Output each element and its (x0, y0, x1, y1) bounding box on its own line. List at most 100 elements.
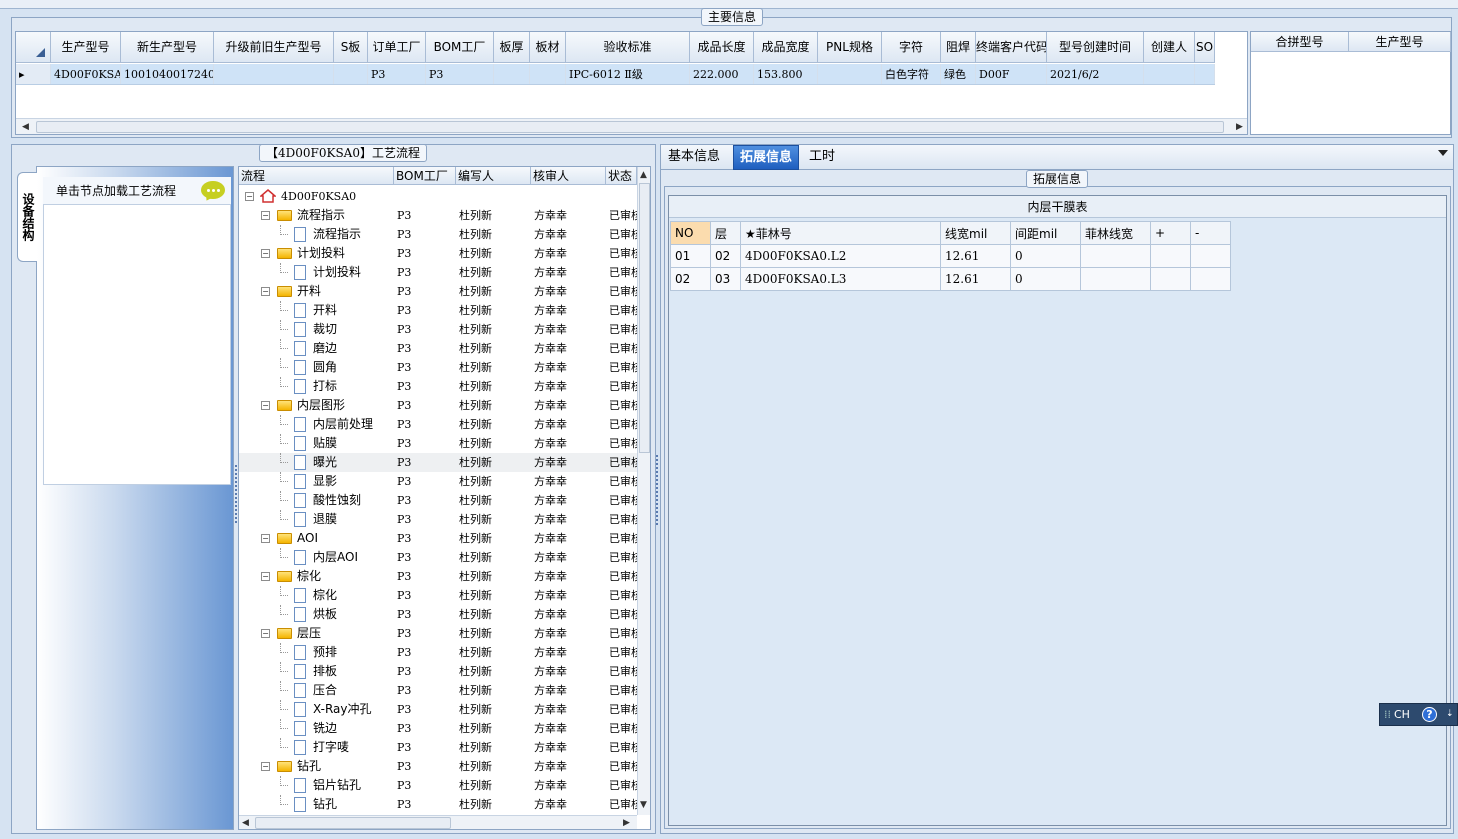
collapse-icon[interactable]: − (261, 762, 270, 771)
col-header[interactable]: 订单工厂 (368, 32, 426, 62)
tree-folder-row[interactable]: − 钻孔 P3 杜列新 方幸幸 已审核 (239, 757, 637, 776)
cell[interactable] (1150, 244, 1191, 268)
tree-leaf-row[interactable]: 贴膜 P3 杜列新 方幸幸 已审核 (239, 434, 637, 453)
col-header[interactable]: 验收标准 (566, 32, 690, 62)
cell[interactable] (1190, 267, 1231, 291)
col-header[interactable]: 菲林线宽 (1080, 221, 1151, 245)
cell[interactable]: 4D00F0KSA0.L2 (740, 244, 941, 268)
tree-leaf-row[interactable]: 流程指示 P3 杜列新 方幸幸 已审核 (239, 225, 637, 244)
cell[interactable]: 02 (670, 267, 711, 291)
cell[interactable] (530, 64, 566, 84)
scroll-thumb[interactable] (255, 817, 451, 829)
scroll-thumb[interactable] (639, 183, 650, 453)
cell[interactable]: 4D00F0KSA0.L3 (740, 267, 941, 291)
splitter-handle[interactable] (235, 465, 237, 525)
tab-work-hours[interactable]: 工时 (803, 145, 841, 170)
grip-icon[interactable]: ⁞⁞ (1384, 704, 1391, 725)
add-row-button[interactable]: + (1150, 221, 1191, 245)
cell[interactable] (334, 64, 368, 84)
col-header[interactable]: 成品长度 (690, 32, 754, 62)
cell[interactable] (1080, 244, 1151, 268)
tree-leaf-row[interactable]: 开料 P3 杜列新 方幸幸 已审核 (239, 301, 637, 320)
col-header[interactable]: 字符 (882, 32, 941, 62)
merge-col-header[interactable]: 合拼型号 (1251, 32, 1349, 52)
tree-leaf-row[interactable]: 磨边 P3 杜列新 方幸幸 已审核 (239, 339, 637, 358)
cell[interactable]: 153.800 (754, 64, 818, 84)
tree-leaf-row[interactable]: 棕化 P3 杜列新 方幸幸 已审核 (239, 586, 637, 605)
col-header[interactable]: 状态 (606, 167, 637, 184)
merge-col-header[interactable]: 生产型号 (1349, 32, 1451, 52)
cell[interactable]: IPC-6012 Ⅱ级 (566, 64, 690, 84)
scroll-right-icon[interactable]: ▶ (623, 815, 630, 829)
col-header[interactable]: 编写人 (456, 167, 531, 184)
cell[interactable] (1195, 64, 1215, 84)
cell[interactable]: 12.61 (940, 267, 1011, 291)
tree-leaf-row[interactable]: X-Ray冲孔 P3 杜列新 方幸幸 已审核 (239, 700, 637, 719)
col-header[interactable]: SO (1195, 32, 1215, 62)
tree-leaf-row[interactable]: 内层前处理 P3 杜列新 方幸幸 已审核 (239, 415, 637, 434)
tree-leaf-row[interactable]: 打字唛 P3 杜列新 方幸幸 已审核 (239, 738, 637, 757)
scroll-left-icon[interactable]: ◀ (22, 119, 29, 134)
cell[interactable]: P3 (426, 64, 494, 84)
table-row[interactable]: 01 02 4D00F0KSA0.L2 12.61 0 (670, 244, 1231, 268)
tree-root[interactable]: − 4D00F0KSA0 (239, 187, 637, 206)
cell[interactable]: 10010400172402 (121, 64, 214, 84)
scroll-right-icon[interactable]: ▶ (1236, 119, 1243, 134)
cell[interactable] (818, 64, 882, 84)
cell[interactable]: 03 (710, 267, 741, 291)
tab-basic-info[interactable]: 基本信息 (662, 145, 726, 170)
cell[interactable]: 0 (1010, 244, 1081, 268)
col-header[interactable]: S板 (334, 32, 368, 62)
col-header[interactable]: NO (670, 221, 711, 245)
collapse-icon[interactable]: − (261, 572, 270, 581)
tree-leaf-row[interactable]: 计划投料 P3 杜列新 方幸幸 已审核 (239, 263, 637, 282)
tree-leaf-row[interactable]: 退膜 P3 杜列新 方幸幸 已审核 (239, 510, 637, 529)
tree-hscrollbar[interactable]: ◀ ▶ (239, 815, 637, 829)
col-header[interactable]: 流程 (239, 167, 394, 184)
cell[interactable]: D00F (976, 64, 1047, 84)
table-row[interactable]: ▸4D00F0KSA010010400172402 P3P3 IPC-6012 Ⅱ级… (16, 64, 1215, 85)
grid-hscrollbar[interactable]: ◀ ▶ (16, 118, 1247, 134)
tree-folder-row[interactable]: − 棕化 P3 杜列新 方幸幸 已审核 (239, 567, 637, 586)
tree-folder-row[interactable]: − AOI P3 杜列新 方幸幸 已审核 (239, 529, 637, 548)
cell[interactable]: 2021/6/2 (1047, 64, 1144, 84)
col-header[interactable]: 间距mil (1010, 221, 1081, 245)
col-header[interactable]: 生产型号 (51, 32, 121, 62)
row-selector[interactable]: ▸ (16, 64, 51, 84)
tree-folder-row[interactable]: − 计划投料 P3 杜列新 方幸幸 已审核 (239, 244, 637, 263)
col-header[interactable]: BOM工厂 (394, 167, 456, 184)
tree-leaf-row[interactable]: 钻孔 P3 杜列新 方幸幸 已审核 (239, 795, 637, 814)
col-header[interactable]: 板材 (530, 32, 566, 62)
collapse-icon[interactable]: − (261, 401, 270, 410)
cell[interactable]: 222.000 (690, 64, 754, 84)
cell[interactable] (494, 64, 530, 84)
chevron-down-icon[interactable] (1438, 150, 1448, 156)
tree-folder-row[interactable]: − 开料 P3 杜列新 方幸幸 已审核 (239, 282, 637, 301)
col-header[interactable]: 板厚 (494, 32, 530, 62)
cell[interactable]: P3 (368, 64, 426, 84)
col-header[interactable]: 升级前旧生产型号 (214, 32, 334, 62)
scroll-down-icon[interactable]: ▼ (640, 797, 647, 813)
col-header[interactable]: 创建人 (1144, 32, 1195, 62)
collapse-icon[interactable]: − (245, 192, 254, 201)
language-bar[interactable]: ⁞⁞ CH ? ⇣ (1379, 703, 1458, 726)
scroll-up-icon[interactable]: ▲ (640, 167, 647, 183)
collapse-icon[interactable]: − (261, 211, 270, 220)
side-tab-equipment[interactable]: 设备结构 (17, 172, 37, 262)
tree-leaf-row[interactable]: 裁切 P3 杜列新 方幸幸 已审核 (239, 320, 637, 339)
tree-leaf-row[interactable]: 曝光 P3 杜列新 方幸幸 已审核 (239, 453, 637, 472)
cell[interactable]: 4D00F0KSA0 (51, 64, 121, 84)
col-header[interactable]: 线宽mil (940, 221, 1011, 245)
tree-leaf-row[interactable]: 排板 P3 杜列新 方幸幸 已审核 (239, 662, 637, 681)
col-header[interactable]: 层 (710, 221, 741, 245)
options-icon[interactable]: ⇣ (1446, 704, 1454, 725)
tree-leaf-row[interactable]: 打标 P3 杜列新 方幸幸 已审核 (239, 377, 637, 396)
col-header[interactable]: 核审人 (531, 167, 606, 184)
tree-folder-row[interactable]: − 层压 P3 杜列新 方幸幸 已审核 (239, 624, 637, 643)
cell[interactable] (1190, 244, 1231, 268)
tree-leaf-row[interactable]: 铣边 P3 杜列新 方幸幸 已审核 (239, 719, 637, 738)
tree-folder-row[interactable]: − 流程指示 P3 杜列新 方幸幸 已审核 (239, 206, 637, 225)
splitter-handle[interactable] (656, 455, 658, 525)
cell[interactable] (1080, 267, 1151, 291)
tree-vscrollbar[interactable]: ▲ ▼ (637, 167, 650, 815)
